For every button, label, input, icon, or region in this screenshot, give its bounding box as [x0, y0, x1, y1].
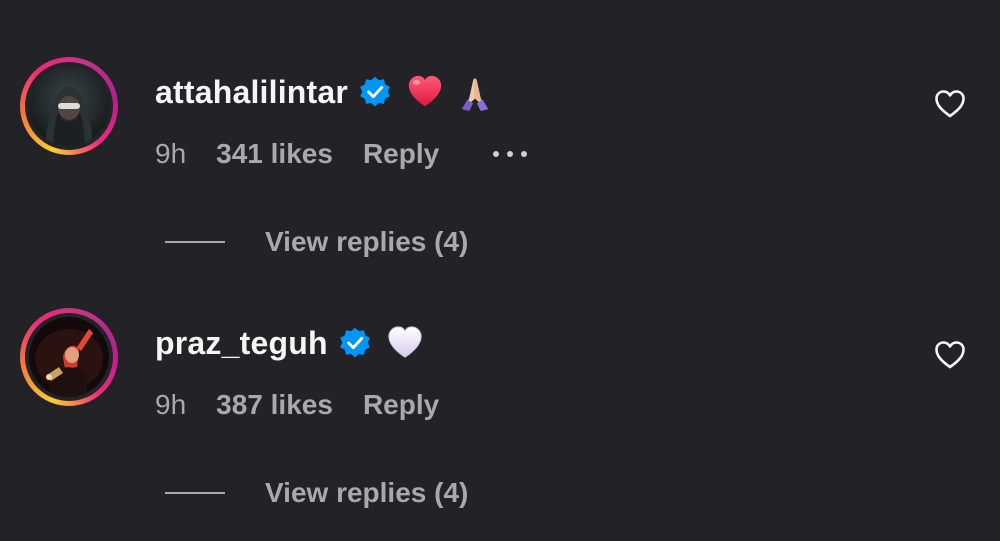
avatar — [29, 317, 109, 397]
comment-item: praz_teguh 9h 387 likes Reply View repli… — [0, 0, 1000, 541]
verified-badge-icon — [339, 327, 370, 358]
white-heart-icon — [388, 326, 422, 358]
reply-button[interactable]: Reply — [363, 389, 439, 421]
view-replies-label: View replies (4) — [265, 477, 469, 508]
comment-header: praz_teguh — [155, 321, 424, 365]
avatar-inner — [25, 313, 113, 401]
comment-meta: 9h 387 likes Reply — [155, 385, 439, 425]
like-heart-outline-icon[interactable] — [934, 340, 966, 370]
likes-count[interactable]: 387 likes — [216, 389, 333, 421]
avatar-performer-icon — [29, 317, 109, 397]
avatar-story-ring[interactable] — [20, 308, 118, 406]
username[interactable]: praz_teguh — [155, 325, 328, 362]
view-replies-button[interactable]: View replies (4) — [165, 473, 468, 513]
replies-divider-line — [165, 492, 225, 494]
comment-time: 9h — [155, 389, 187, 420]
